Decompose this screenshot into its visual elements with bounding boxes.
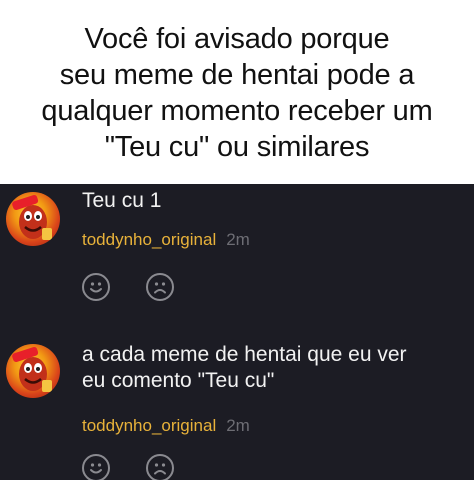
comments-screenshot: Teu cu 1 toddynho_original 2m a cada mem… bbox=[0, 184, 474, 480]
caption-line-4: "Teu cu" ou similares bbox=[104, 131, 370, 163]
sad-face-icon[interactable] bbox=[146, 273, 174, 301]
smile-face-icon[interactable] bbox=[82, 454, 110, 480]
comment-text: a cada meme de hentai que eu ver eu come… bbox=[82, 342, 474, 394]
caption-text: Você foi avisado porque seu meme de hent… bbox=[41, 21, 432, 165]
caption-line-1: Você foi avisado porque bbox=[84, 23, 390, 55]
caption-line-2: seu meme de hentai pode a bbox=[59, 59, 415, 91]
username-link[interactable]: toddynho_original bbox=[82, 230, 216, 249]
username-link[interactable]: toddynho_original bbox=[82, 416, 216, 435]
timestamp: 2m bbox=[226, 416, 250, 435]
sad-face-icon[interactable] bbox=[146, 454, 174, 480]
timestamp: 2m bbox=[226, 230, 250, 249]
reaction-bar bbox=[82, 454, 174, 480]
comment: Teu cu 1 toddynho_original 2m bbox=[0, 184, 474, 314]
comment-text-line: a cada meme de hentai que eu ver bbox=[82, 343, 407, 366]
avatar-character-icon bbox=[12, 346, 52, 392]
avatar[interactable] bbox=[6, 344, 60, 398]
comment-text: Teu cu 1 bbox=[82, 188, 474, 214]
comment-meta: toddynho_original 2m bbox=[82, 230, 250, 250]
caption-line-3: qualquer momento receber um bbox=[41, 95, 433, 127]
comment: a cada meme de hentai que eu ver eu come… bbox=[0, 322, 474, 480]
avatar-character-icon bbox=[12, 194, 52, 240]
comment-text-line: Teu cu 1 bbox=[82, 189, 162, 212]
meme-caption: Você foi avisado porque seu meme de hent… bbox=[0, 0, 474, 184]
reaction-bar bbox=[82, 273, 174, 301]
smile-face-icon[interactable] bbox=[82, 273, 110, 301]
avatar[interactable] bbox=[6, 192, 60, 246]
comment-text-line: eu comento "Teu cu" bbox=[82, 369, 275, 392]
comment-meta: toddynho_original 2m bbox=[82, 416, 250, 436]
